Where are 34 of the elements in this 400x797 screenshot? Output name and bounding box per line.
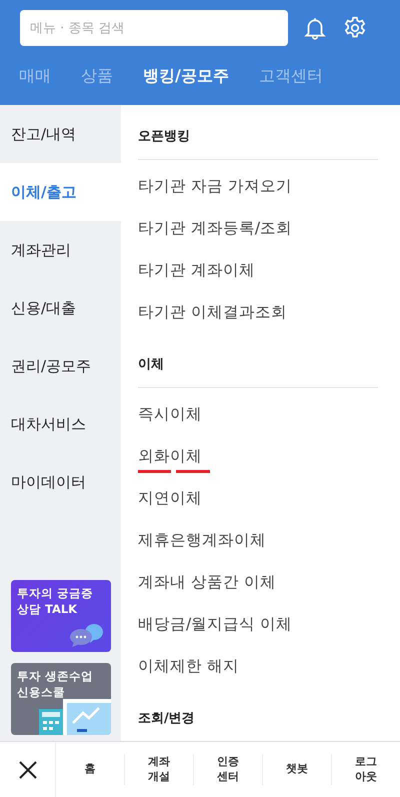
sidebar-item[interactable]: 대차서비스 — [0, 395, 121, 453]
menu-link[interactable]: 이체제한 해지 — [138, 656, 239, 676]
menu-link[interactable]: 타기관 이체결과조회 — [138, 302, 287, 322]
sidebar-item[interactable]: 계좌관리 — [0, 221, 121, 279]
menu-link[interactable]: 제휴은행계좌이체 — [138, 530, 266, 550]
menu-link[interactable]: 지연이체 — [138, 488, 202, 508]
menu-link[interactable]: 타기관 계좌이체 — [138, 260, 255, 280]
section-title: 조회/변경 — [138, 687, 378, 741]
sidebar-item[interactable]: 이체/출고 — [0, 163, 121, 221]
menu-link[interactable]: 외화이체 — [138, 446, 202, 466]
nav-tab[interactable]: 뱅킹/공모주 — [134, 60, 238, 93]
promo-banner[interactable]: 투자의 궁금증 상담 TALK — [11, 580, 111, 652]
sidebar-item[interactable]: 권리/공모주 — [0, 337, 121, 395]
bottom-menu-item[interactable]: 로그 아웃 — [331, 754, 400, 786]
sidebar-item[interactable]: 신용/대출 — [0, 279, 121, 337]
section-title: 이체 — [138, 333, 378, 388]
bottom-menu-item[interactable]: 인증 센터 — [193, 754, 262, 786]
bottom-menu-item[interactable]: 챗봇 — [262, 754, 331, 786]
banner-text: 투자의 궁금증 상담 TALK — [17, 586, 94, 618]
menu-link[interactable]: 타기관 자금 가져오기 — [138, 176, 292, 196]
search-field[interactable]: 메뉴 · 종목 검색 — [20, 10, 288, 46]
section-title: 오픈뱅킹 — [138, 105, 378, 160]
promo-banner[interactable]: 투자 생존수업 신용스쿨 — [11, 663, 111, 735]
sidebar-item[interactable]: 마이데이터 — [0, 453, 121, 511]
bottom-menu-item[interactable]: 계좌 개설 — [124, 754, 193, 786]
menu-link[interactable]: 배당금/월지급식 이체 — [138, 614, 292, 634]
chat-bubbles-icon — [69, 623, 105, 647]
menu-link[interactable]: 타기관 계좌등록/조회 — [138, 218, 292, 238]
close-icon — [18, 760, 38, 780]
sidebar-item[interactable]: 잔고/내역 — [0, 105, 121, 163]
menu-link[interactable]: 계좌내 상품간 이체 — [138, 572, 276, 592]
banner-text: 투자 생존수업 신용스쿨 — [17, 669, 94, 700]
menu-link[interactable]: 즉시이체 — [138, 404, 202, 424]
bottom-menu-item[interactable]: 홈 — [56, 754, 124, 786]
